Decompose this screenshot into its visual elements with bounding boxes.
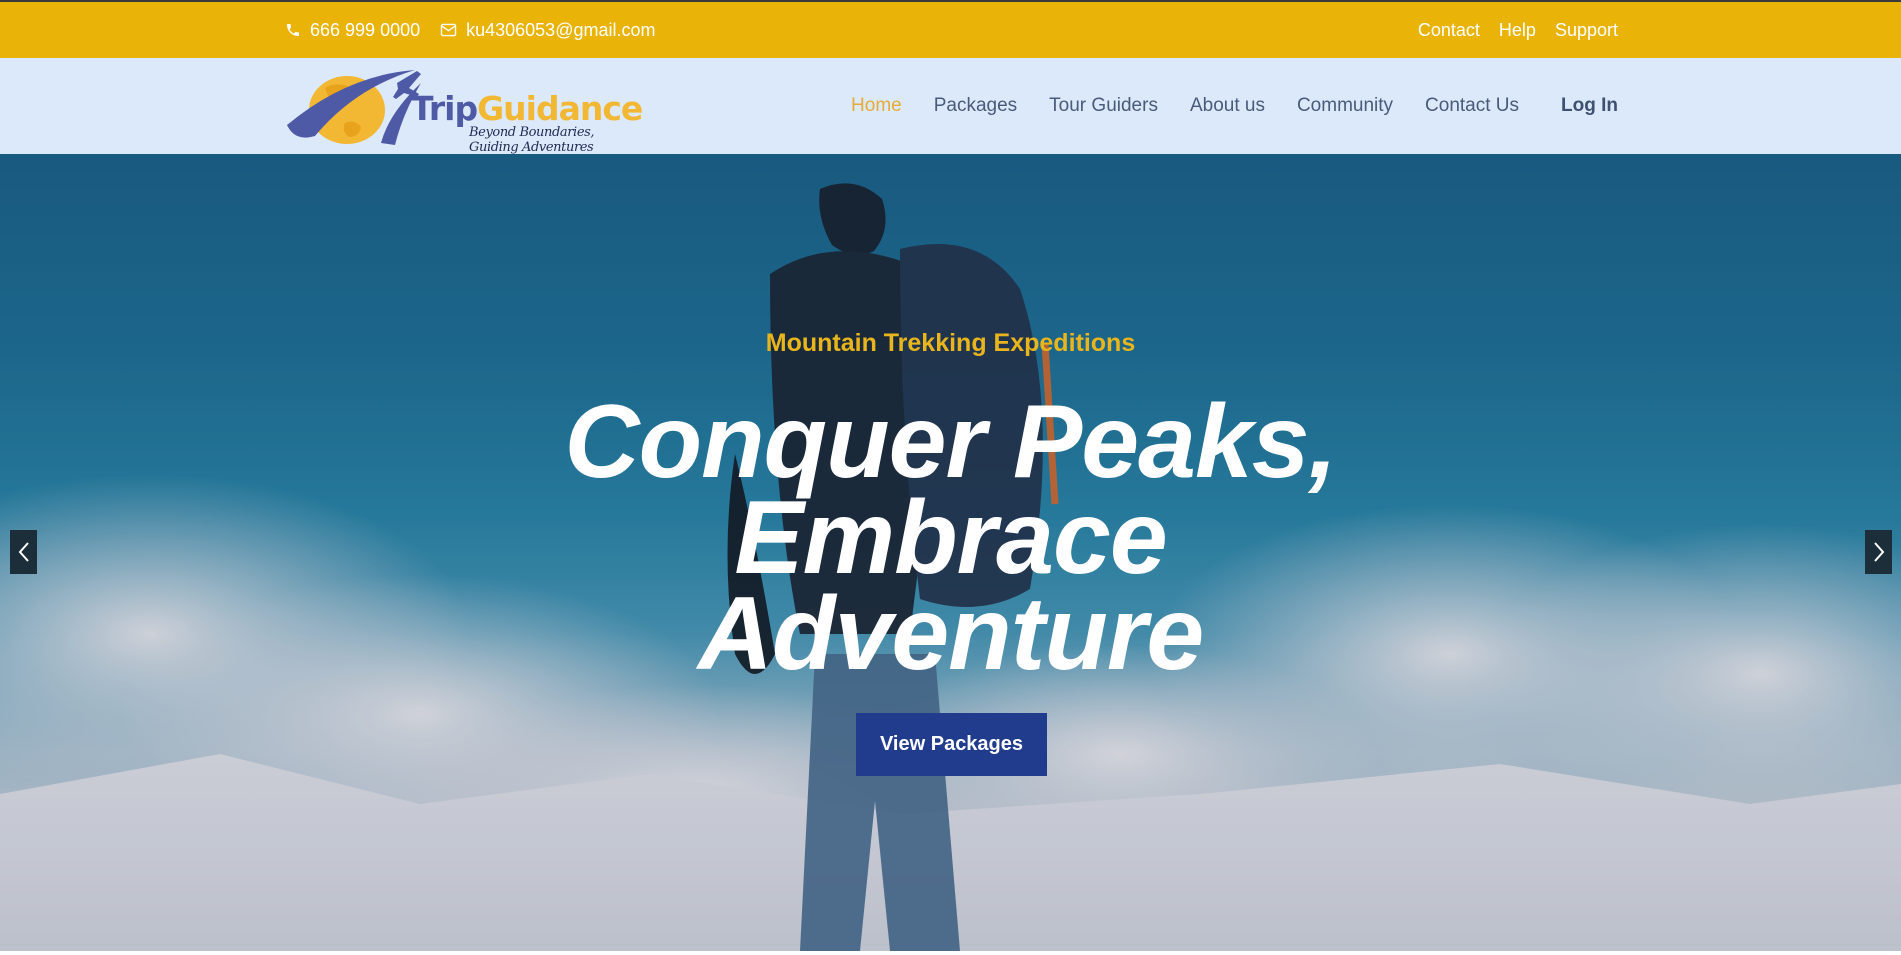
phone-icon xyxy=(285,22,301,38)
envelope-icon xyxy=(440,23,457,37)
nav-home[interactable]: Home xyxy=(851,95,902,117)
hero-slider: Mountain Trekking Expeditions Conquer Pe… xyxy=(0,154,1901,951)
brand-name: TripGuidance xyxy=(411,89,643,128)
chevron-right-icon xyxy=(1873,542,1884,562)
headline-line-1: Conquer Peaks, xyxy=(564,384,1337,500)
phone-contact[interactable]: 666 999 0000 xyxy=(285,20,420,41)
slider-next-button[interactable] xyxy=(1865,530,1892,574)
nav-contact-us[interactable]: Contact Us xyxy=(1425,95,1519,117)
chevron-left-icon xyxy=(18,542,29,562)
hero-headline: Conquer Peaks, Embrace Adventure xyxy=(0,384,1901,692)
main-navbar: TripGuidance Beyond Boundaries, Guiding … xyxy=(0,58,1901,155)
brand-tagline: Beyond Boundaries, Guiding Adventures xyxy=(469,125,595,155)
headline-line-2: Embrace xyxy=(734,480,1167,596)
headline-line-3: Adventure xyxy=(697,576,1204,692)
top-link-help[interactable]: Help xyxy=(1499,20,1536,41)
primary-menu: Home Packages Tour Guiders About us Comm… xyxy=(819,95,1618,117)
site-logo[interactable]: TripGuidance Beyond Boundaries, Guiding … xyxy=(285,63,643,155)
page-bottom-edge xyxy=(0,951,1901,955)
email-contact[interactable]: ku4306053@gmail.com xyxy=(440,19,656,41)
hero-subtitle: Mountain Trekking Expeditions xyxy=(765,329,1136,357)
login-link[interactable]: Log In xyxy=(1561,95,1618,117)
nav-packages[interactable]: Packages xyxy=(934,95,1017,117)
top-links: Contact Help Support xyxy=(1399,20,1618,41)
top-contact-bar: 666 999 0000 ku4306053@gmail.com Contact… xyxy=(0,0,1901,58)
nav-tour-guiders[interactable]: Tour Guiders xyxy=(1049,95,1158,117)
nav-about-us[interactable]: About us xyxy=(1190,95,1265,117)
slider-prev-button[interactable] xyxy=(10,530,37,574)
phone-number: 666 999 0000 xyxy=(310,19,421,40)
view-packages-button[interactable]: View Packages xyxy=(856,713,1047,776)
nav-community[interactable]: Community xyxy=(1297,95,1393,117)
top-link-support[interactable]: Support xyxy=(1555,20,1618,41)
email-address: ku4306053@gmail.com xyxy=(466,19,656,40)
contact-info: 666 999 0000 ku4306053@gmail.com xyxy=(285,20,676,41)
top-link-contact[interactable]: Contact xyxy=(1418,20,1480,41)
